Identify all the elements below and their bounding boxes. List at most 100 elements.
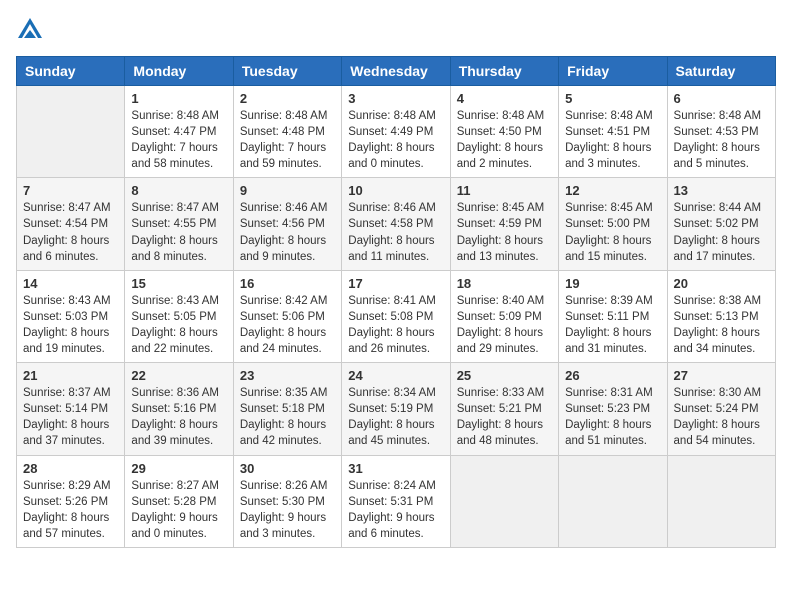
day-number: 14 — [23, 276, 118, 291]
weekday-header-tuesday: Tuesday — [233, 57, 341, 86]
calendar-cell: 2 Sunrise: 8:48 AM Sunset: 4:48 PM Daylig… — [233, 86, 341, 178]
calendar-cell — [667, 455, 775, 547]
day-number: 27 — [674, 368, 769, 383]
page-header — [16, 16, 776, 44]
weekday-header-row: SundayMondayTuesdayWednesdayThursdayFrid… — [17, 57, 776, 86]
calendar-cell: 23Sunrise: 8:35 AM Sunset: 5:18 PM Dayli… — [233, 363, 341, 455]
day-info: Sunrise: 8:48 AM Sunset: 4:49 PM Dayligh… — [348, 108, 443, 172]
calendar-cell: 28 Sunrise: 8:29 AM Sunset: 5:26 PM Dayli… — [17, 455, 125, 547]
day-info: Sunrise: 8:30 AM Sunset: 5:24 PM Dayligh… — [674, 385, 769, 449]
day-info: Sunrise: 8:27 AM Sunset: 5:28 PM Dayligh… — [131, 478, 226, 542]
day-number: 12 — [565, 183, 660, 198]
calendar-cell: 20 Sunrise: 8:38 AM Sunset: 5:13 PM Dayli… — [667, 270, 775, 362]
day-number: 17 — [348, 276, 443, 291]
logo — [16, 16, 48, 44]
calendar-cell: 9 Sunrise: 8:46 AM Sunset: 4:56 PM Daylig… — [233, 178, 341, 270]
calendar-cell: 10 Sunrise: 8:46 AM Sunset: 4:58 PM Dayli… — [342, 178, 450, 270]
day-info: Sunrise: 8:43 AM Sunset: 5:05 PM Dayligh… — [131, 293, 226, 357]
calendar-cell: 22Sunrise: 8:36 AM Sunset: 5:16 PM Dayli… — [125, 363, 233, 455]
day-number: 1 — [131, 91, 226, 106]
day-number: 4 — [457, 91, 552, 106]
day-number: 10 — [348, 183, 443, 198]
day-info: Sunrise: 8:44 AM Sunset: 5:02 PM Dayligh… — [674, 200, 769, 264]
calendar-week-5: 28 Sunrise: 8:29 AM Sunset: 5:26 PM Dayli… — [17, 455, 776, 547]
calendar-cell: 30Sunrise: 8:26 AM Sunset: 5:30 PM Dayli… — [233, 455, 341, 547]
day-info: Sunrise: 8:24 AM Sunset: 5:31 PM Dayligh… — [348, 478, 443, 542]
calendar-cell: 4Sunrise: 8:48 AM Sunset: 4:50 PM Daylig… — [450, 86, 558, 178]
calendar-cell: 19 Sunrise: 8:39 AM Sunset: 5:11 PM Dayli… — [559, 270, 667, 362]
day-number: 26 — [565, 368, 660, 383]
day-info: Sunrise: 8:41 AM Sunset: 5:08 PM Dayligh… — [348, 293, 443, 357]
day-info: Sunrise: 8:35 AM Sunset: 5:18 PM Dayligh… — [240, 385, 335, 449]
calendar-cell: 8Sunrise: 8:47 AM Sunset: 4:55 PM Daylig… — [125, 178, 233, 270]
calendar-cell: 25 Sunrise: 8:33 AM Sunset: 5:21 PM Dayli… — [450, 363, 558, 455]
calendar-table: SundayMondayTuesdayWednesdayThursdayFrid… — [16, 56, 776, 548]
day-info: Sunrise: 8:47 AM Sunset: 4:55 PM Dayligh… — [131, 200, 226, 264]
day-number: 22 — [131, 368, 226, 383]
calendar-cell: 31 Sunrise: 8:24 AM Sunset: 5:31 PM Dayli… — [342, 455, 450, 547]
day-info: Sunrise: 8:31 AM Sunset: 5:23 PM Dayligh… — [565, 385, 660, 449]
calendar-cell: 11 Sunrise: 8:45 AM Sunset: 4:59 PM Dayli… — [450, 178, 558, 270]
weekday-header-wednesday: Wednesday — [342, 57, 450, 86]
day-info: Sunrise: 8:37 AM Sunset: 5:14 PM Dayligh… — [23, 385, 118, 449]
calendar-cell: 13 Sunrise: 8:44 AM Sunset: 5:02 PM Dayli… — [667, 178, 775, 270]
calendar-cell — [559, 455, 667, 547]
day-number: 31 — [348, 461, 443, 476]
day-info: Sunrise: 8:38 AM Sunset: 5:13 PM Dayligh… — [674, 293, 769, 357]
day-info: Sunrise: 8:33 AM Sunset: 5:21 PM Dayligh… — [457, 385, 552, 449]
weekday-header-friday: Friday — [559, 57, 667, 86]
day-info: Sunrise: 8:29 AM Sunset: 5:26 PM Dayligh… — [23, 478, 118, 542]
calendar-cell: 1 Sunrise: 8:48 AM Sunset: 4:47 PM Daylig… — [125, 86, 233, 178]
weekday-header-thursday: Thursday — [450, 57, 558, 86]
day-info: Sunrise: 8:39 AM Sunset: 5:11 PM Dayligh… — [565, 293, 660, 357]
day-number: 3 — [348, 91, 443, 106]
day-info: Sunrise: 8:47 AM Sunset: 4:54 PM Dayligh… — [23, 200, 118, 264]
day-number: 2 — [240, 91, 335, 106]
day-number: 25 — [457, 368, 552, 383]
day-number: 28 — [23, 461, 118, 476]
day-number: 15 — [131, 276, 226, 291]
day-info: Sunrise: 8:45 AM Sunset: 5:00 PM Dayligh… — [565, 200, 660, 264]
calendar-cell: 21 Sunrise: 8:37 AM Sunset: 5:14 PM Dayli… — [17, 363, 125, 455]
day-number: 9 — [240, 183, 335, 198]
calendar-cell: 29 Sunrise: 8:27 AM Sunset: 5:28 PM Dayli… — [125, 455, 233, 547]
day-number: 11 — [457, 183, 552, 198]
day-info: Sunrise: 8:34 AM Sunset: 5:19 PM Dayligh… — [348, 385, 443, 449]
day-info: Sunrise: 8:43 AM Sunset: 5:03 PM Dayligh… — [23, 293, 118, 357]
calendar-cell — [17, 86, 125, 178]
day-info: Sunrise: 8:26 AM Sunset: 5:30 PM Dayligh… — [240, 478, 335, 542]
day-number: 21 — [23, 368, 118, 383]
day-info: Sunrise: 8:45 AM Sunset: 4:59 PM Dayligh… — [457, 200, 552, 264]
day-number: 24 — [348, 368, 443, 383]
day-number: 13 — [674, 183, 769, 198]
day-info: Sunrise: 8:48 AM Sunset: 4:47 PM Dayligh… — [131, 108, 226, 172]
day-number: 7 — [23, 183, 118, 198]
calendar-cell: 12 Sunrise: 8:45 AM Sunset: 5:00 PM Dayli… — [559, 178, 667, 270]
day-info: Sunrise: 8:46 AM Sunset: 4:56 PM Dayligh… — [240, 200, 335, 264]
day-info: Sunrise: 8:42 AM Sunset: 5:06 PM Dayligh… — [240, 293, 335, 357]
calendar-cell: 5 Sunrise: 8:48 AM Sunset: 4:51 PM Daylig… — [559, 86, 667, 178]
day-info: Sunrise: 8:48 AM Sunset: 4:48 PM Dayligh… — [240, 108, 335, 172]
day-number: 29 — [131, 461, 226, 476]
calendar-cell: 24 Sunrise: 8:34 AM Sunset: 5:19 PM Dayli… — [342, 363, 450, 455]
calendar-cell: 27 Sunrise: 8:30 AM Sunset: 5:24 PM Dayli… — [667, 363, 775, 455]
calendar-cell: 18 Sunrise: 8:40 AM Sunset: 5:09 PM Dayli… — [450, 270, 558, 362]
calendar-week-1: 1 Sunrise: 8:48 AM Sunset: 4:47 PM Daylig… — [17, 86, 776, 178]
day-info: Sunrise: 8:46 AM Sunset: 4:58 PM Dayligh… — [348, 200, 443, 264]
day-number: 19 — [565, 276, 660, 291]
day-number: 18 — [457, 276, 552, 291]
calendar-week-3: 14 Sunrise: 8:43 AM Sunset: 5:03 PM Dayli… — [17, 270, 776, 362]
day-info: Sunrise: 8:40 AM Sunset: 5:09 PM Dayligh… — [457, 293, 552, 357]
day-number: 20 — [674, 276, 769, 291]
calendar-cell: 16Sunrise: 8:42 AM Sunset: 5:06 PM Dayli… — [233, 270, 341, 362]
day-info: Sunrise: 8:48 AM Sunset: 4:51 PM Dayligh… — [565, 108, 660, 172]
calendar-cell: 7 Sunrise: 8:47 AM Sunset: 4:54 PM Daylig… — [17, 178, 125, 270]
calendar-cell: 17 Sunrise: 8:41 AM Sunset: 5:08 PM Dayli… — [342, 270, 450, 362]
calendar-week-4: 21 Sunrise: 8:37 AM Sunset: 5:14 PM Dayli… — [17, 363, 776, 455]
calendar-cell: 6Sunrise: 8:48 AM Sunset: 4:53 PM Daylig… — [667, 86, 775, 178]
day-number: 5 — [565, 91, 660, 106]
calendar-cell: 26 Sunrise: 8:31 AM Sunset: 5:23 PM Dayli… — [559, 363, 667, 455]
logo-icon — [16, 16, 44, 44]
calendar-week-2: 7 Sunrise: 8:47 AM Sunset: 4:54 PM Daylig… — [17, 178, 776, 270]
day-number: 6 — [674, 91, 769, 106]
